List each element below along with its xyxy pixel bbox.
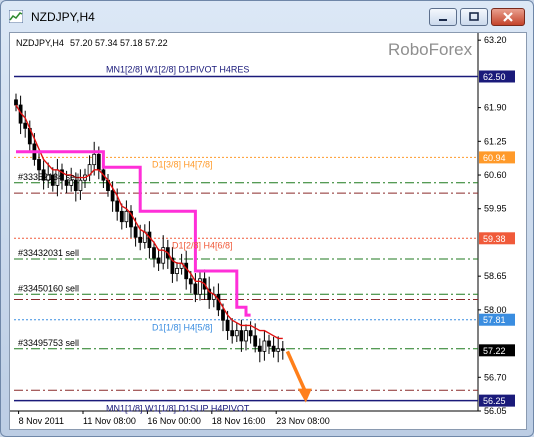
title-bar[interactable]: NZDJPY,H4 — [1, 1, 533, 31]
candle-body — [37, 159, 41, 171]
window-title: NZDJPY,H4 — [31, 10, 95, 24]
candle-body — [119, 210, 124, 223]
candle-body — [152, 247, 156, 259]
chart-header-symbol: NZDJPY,H4 — [16, 38, 64, 48]
price-tick-label: 58.00 — [484, 305, 507, 315]
price-tag-label: 60.94 — [483, 153, 506, 163]
candle-body — [276, 348, 281, 352]
candle-body — [234, 330, 239, 337]
candle-body — [244, 330, 248, 342]
candle-body — [78, 179, 83, 191]
price-tag-label: 57.81 — [483, 315, 506, 325]
candle-body — [221, 309, 225, 321]
time-tick-label: 16 Nov 00:00 — [147, 416, 201, 426]
time-tick-label: 8 Nov 2011 — [19, 416, 64, 426]
maximize-button[interactable] — [460, 8, 488, 26]
forecast-arrow-shaft — [285, 350, 308, 394]
candle-body — [96, 153, 101, 171]
price-tick-label: 60.60 — [484, 170, 507, 180]
candle-body — [253, 335, 258, 347]
candle-body — [92, 153, 97, 166]
candle-body — [147, 231, 152, 249]
order-label: #33352134 sell — [18, 172, 79, 182]
murrey-level-label: MN1[2/8] W1[2/8] D1PIVOT H4RES — [106, 64, 249, 74]
price-tick-label: 56.70 — [484, 372, 507, 382]
candle-body — [262, 340, 267, 352]
candle-body — [138, 236, 143, 243]
minimize-button[interactable] — [429, 8, 457, 26]
price-tag-label: 59.38 — [483, 234, 506, 244]
minimize-icon — [439, 19, 447, 21]
price-tick-label: 58.65 — [484, 271, 507, 281]
price-tick-label: 61.90 — [484, 103, 507, 113]
maximize-icon — [469, 12, 479, 21]
chart-header-ohlc: 57.20 57.34 57.18 57.22 — [70, 38, 168, 48]
candle-body — [271, 345, 276, 352]
order-label: #33495753 sell — [18, 338, 79, 348]
price-tick-label: 56.05 — [484, 406, 507, 416]
order-label: #33432031 sell — [18, 248, 79, 258]
price-tag-label: 57.22 — [483, 346, 506, 356]
murrey-level-label: D1[2/8] H4[6/8] — [172, 240, 233, 250]
candle-body — [230, 330, 235, 337]
candle-body — [14, 99, 18, 106]
candle-body — [193, 283, 198, 295]
candle-body — [124, 210, 129, 223]
candle-body — [188, 278, 193, 285]
order-label: #33450160 sell — [18, 283, 79, 293]
price-tick-label: 61.25 — [484, 136, 507, 146]
time-tick-label: 18 Nov 16:00 — [212, 416, 266, 426]
close-icon — [503, 12, 513, 22]
candle-body — [133, 226, 138, 238]
candle-body — [184, 262, 189, 280]
murrey-level-label: D1[1/8] H4[5/8] — [152, 323, 213, 333]
candle-body — [225, 319, 230, 332]
murrey-level-label: MN1[1/8] W1[1/8] D1SUP H4PIVOT — [106, 404, 250, 414]
murrey-level-label: D1[3/8] H4[7/8] — [152, 159, 213, 169]
candle-body — [239, 330, 244, 342]
candle-body — [257, 345, 262, 352]
chart-window: NZDJPY,H4 63.20 61.90 61.25 60.60 59.95 58.65… — [0, 0, 534, 437]
price-tag-label: 56.25 — [483, 396, 506, 406]
candle-body — [23, 122, 28, 129]
price-tag-label: 62.50 — [483, 72, 506, 82]
price-tick-label: 59.95 — [484, 204, 507, 214]
candle-body — [175, 267, 179, 274]
watermark-logo: RoboForex — [388, 40, 473, 59]
candle-body — [267, 340, 271, 347]
price-chart[interactable]: 63.20 61.90 61.25 60.60 59.95 58.65 58.00 56.70… — [10, 33, 526, 429]
candle-body — [115, 200, 120, 212]
chart-app-icon — [9, 10, 23, 23]
time-tick-label: 23 Nov 08:00 — [276, 416, 330, 426]
price-tick-label: 63.20 — [484, 35, 507, 45]
chart-area[interactable]: 63.20 61.90 61.25 60.60 59.95 58.65 58.00 56.70… — [9, 32, 527, 430]
candle-body — [280, 348, 285, 351]
close-button[interactable] — [491, 8, 525, 26]
candle-body — [156, 257, 161, 264]
candle-body — [248, 330, 253, 337]
time-tick-label: 11 Nov 08:00 — [83, 416, 136, 426]
candle-body — [110, 190, 115, 202]
